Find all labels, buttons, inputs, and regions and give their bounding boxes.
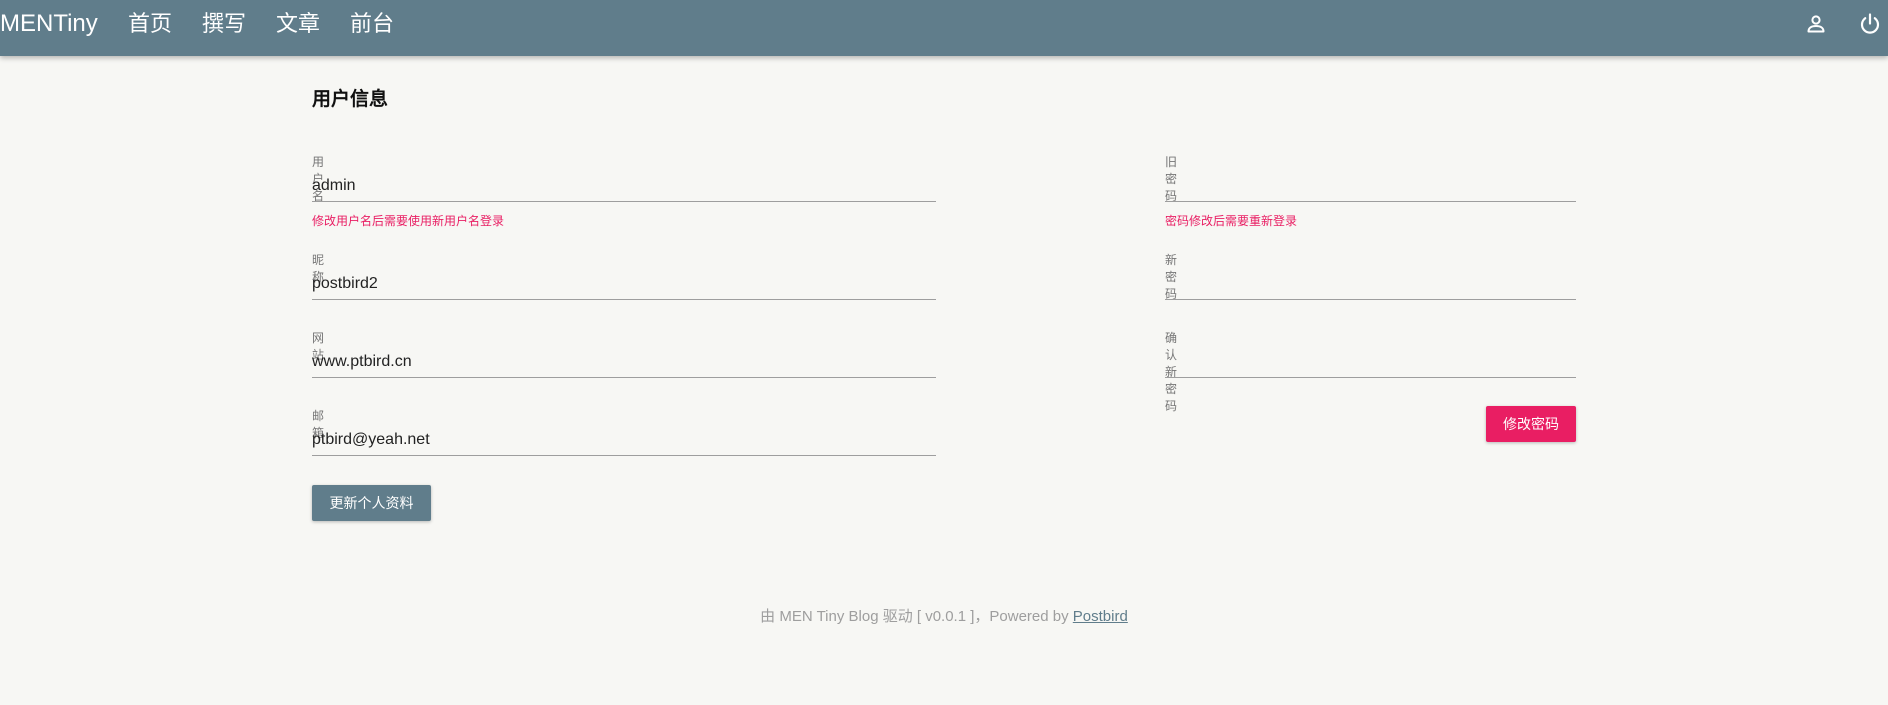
- power-icon[interactable]: [1858, 12, 1882, 36]
- username-input[interactable]: [312, 171, 936, 202]
- page-title: 用户信息: [312, 89, 389, 110]
- nav-home[interactable]: 首页: [128, 0, 172, 48]
- change-password-button[interactable]: 修改密码: [1486, 406, 1576, 442]
- old-password-hint: 密码修改后需要重新登录: [1165, 214, 1298, 228]
- confirm-password-input[interactable]: [1165, 347, 1576, 378]
- update-profile-button[interactable]: 更新个人资料: [312, 485, 431, 521]
- website-input[interactable]: [312, 347, 936, 378]
- footer-text: 由 MEN Tiny Blog 驱动 [ v0.0.1 ]，Powered by: [760, 608, 1073, 625]
- top-navbar: MENTiny 首页 撰写 文章 前台: [0, 0, 1888, 56]
- footer-author-link[interactable]: Postbird: [1073, 608, 1128, 625]
- nav-frontend[interactable]: 前台: [350, 0, 394, 48]
- main-nav: 首页 撰写 文章 前台: [128, 0, 424, 48]
- user-icon[interactable]: [1804, 12, 1828, 36]
- old-password-input[interactable]: [1165, 171, 1576, 202]
- username-hint: 修改用户名后需要使用新用户名登录: [312, 214, 505, 228]
- brand-logo[interactable]: MENTiny: [0, 0, 98, 48]
- footer: 由 MEN Tiny Blog 驱动 [ v0.0.1 ]，Powered by…: [0, 605, 1888, 626]
- new-password-input[interactable]: [1165, 269, 1576, 300]
- nickname-input[interactable]: [312, 269, 936, 300]
- email-input[interactable]: [312, 425, 936, 456]
- nav-articles[interactable]: 文章: [276, 0, 320, 48]
- nav-write[interactable]: 撰写: [202, 0, 246, 48]
